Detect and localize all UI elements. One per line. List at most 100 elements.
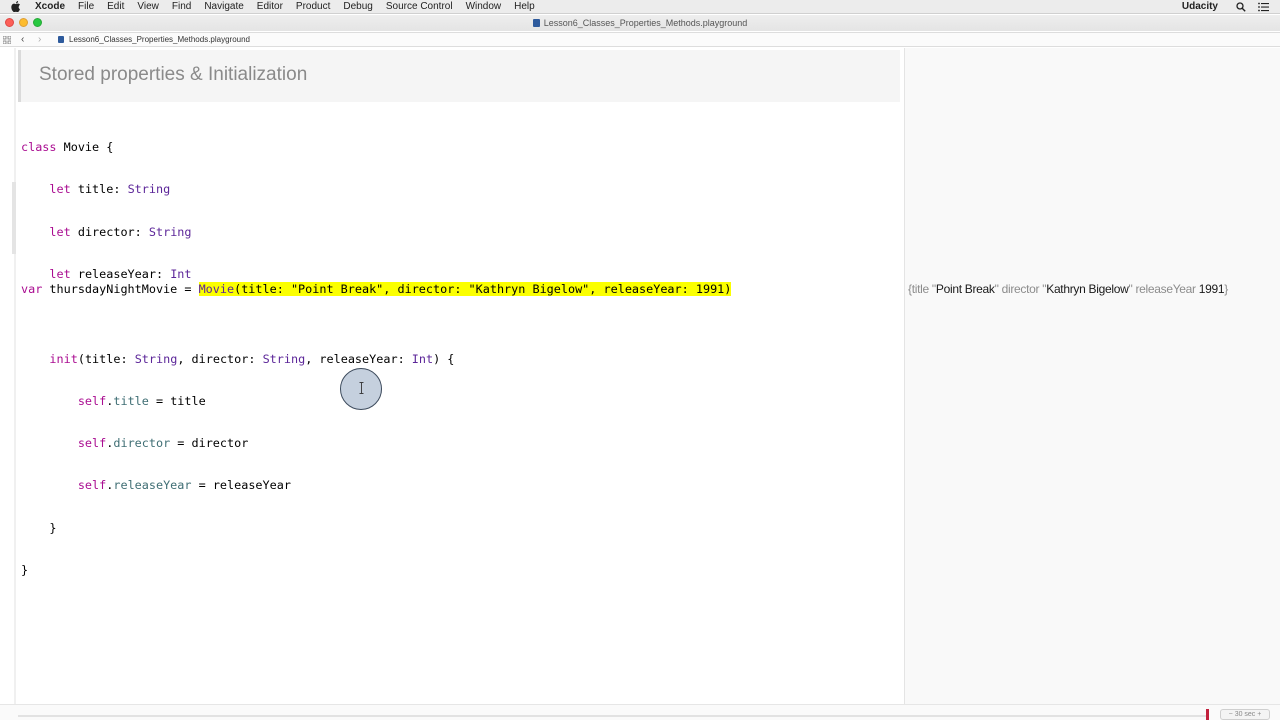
menu-product[interactable]: Product [296,0,330,14]
duration-stepper[interactable]: − 30 sec + [1220,709,1270,720]
keyword: var [21,282,43,296]
menu-help[interactable]: Help [514,0,535,14]
keyword: self [77,436,107,451]
timeline-track[interactable] [18,715,1206,717]
code-line: self.title = title [77,393,206,408]
menu-navigate[interactable]: Navigate [204,0,243,14]
type-name: String [127,182,171,197]
keyword: self [77,393,107,408]
type-name: String [148,224,192,239]
property-name: title [77,182,114,197]
param-ref: director [191,436,249,451]
keyword: class [21,140,57,155]
string-literal: "Kathryn Bigelow" [468,282,590,296]
result-value[interactable]: {title "Point Break" director "Kathryn B… [908,282,1228,296]
arg-label: title [241,282,277,296]
menu-edit[interactable]: Edit [107,0,124,14]
menu-extras: Udacity [1182,0,1280,14]
menu-window[interactable]: Window [466,0,502,14]
keyword: let [49,267,71,282]
type-name: Int [411,351,434,366]
class-name: Movie [63,140,100,155]
menu-file[interactable]: File [78,0,94,14]
results-sidebar [904,48,1280,704]
code-block[interactable]: class Movie { let title: String let dire… [21,112,454,591]
variable-name: thursdayNightMovie [49,282,178,296]
jump-bar: ‹ › Lesson6_Classes_Properties_Methods.p… [0,32,1280,47]
back-chevron-icon[interactable]: ‹ [21,34,24,46]
keyword: let [49,224,71,239]
related-items-grid-icon[interactable] [2,35,12,45]
member-name: director [113,436,171,451]
type-name: String [134,351,178,366]
code-line: } [21,563,29,577]
menu-editor[interactable]: Editor [257,0,283,14]
result-title-value: Point Break [935,282,995,296]
member-name: title [113,393,149,408]
param-ref: title [170,393,206,408]
param-name: title [84,351,121,366]
param-name: director [191,351,249,366]
list-icon[interactable] [1258,2,1269,12]
code-line: let title: String [49,182,171,197]
stepper-plus-icon[interactable]: + [1257,711,1261,718]
arg-label: director [397,282,455,296]
playground-file-icon [532,19,540,27]
menu-udacity[interactable]: Udacity [1182,0,1218,14]
result-part: } [1224,282,1229,296]
window-titlebar: Lesson6_Classes_Properties_Methods.playg… [0,15,1280,31]
search-icon[interactable] [1236,2,1246,12]
code-line: self.director = director [77,436,249,451]
type-name: Int [170,267,192,282]
menu-view[interactable]: View [137,0,159,14]
code-line: init(title: String, director: String, re… [49,351,455,366]
menu-bar: Xcode File Edit View Find Navigate Edito… [0,0,1280,14]
menu-xcode[interactable]: Xcode [35,0,65,14]
member-name: releaseYear [113,478,192,493]
code-line: self.releaseYear = releaseYear [77,478,291,493]
type-name: Movie [198,282,235,296]
editor-gutter [14,48,16,704]
duration-label: 30 sec [1234,711,1256,718]
ibeam-cursor-icon [359,382,364,394]
timeline-bar: − 30 sec + [0,704,1280,720]
markdown-heading: Stored properties & Initialization [39,64,308,85]
click-indicator [340,368,382,410]
code-line: let director: String [49,224,192,239]
result-part: " director " [994,282,1047,296]
keyword: self [77,478,107,493]
param-name: releaseYear [319,351,398,366]
forward-chevron-icon[interactable]: › [38,34,41,46]
selected-expression[interactable]: Movie(title: "Point Break", director: "K… [198,282,732,296]
timeline-marker[interactable] [1206,709,1209,720]
menu-debug[interactable]: Debug [343,0,372,14]
keyword: let [49,182,71,197]
result-part: {title " [908,282,936,296]
type-name: String [262,351,306,366]
code-fold-ribbon[interactable] [12,182,16,254]
number-literal: 1991 [695,282,725,296]
code-line: class Movie { [21,140,114,155]
window-title-text: Lesson6_Classes_Properties_Methods.playg… [543,18,748,28]
apple-icon[interactable] [11,0,21,12]
keyword: init [49,351,78,366]
result-year-value: 1991 [1198,282,1225,296]
param-ref: releaseYear [212,478,291,493]
code-line: } [21,520,57,535]
property-name: director [77,224,135,239]
stepper-minus-icon[interactable]: − [1229,711,1233,718]
code-line: let releaseYear: Int [49,267,192,282]
result-part: " releaseYear [1128,282,1199,296]
arg-label: releaseYear [603,282,682,296]
jump-bar-file-name: Lesson6_Classes_Properties_Methods.playg… [69,35,250,44]
code-line-var[interactable]: var thursdayNightMovie = Movie(title: "P… [21,282,732,296]
property-name: releaseYear [77,267,156,282]
menu-source-control[interactable]: Source Control [386,0,453,14]
window-title: Lesson6_Classes_Properties_Methods.playg… [0,17,1280,29]
result-director-value: Kathryn Bigelow [1046,282,1129,296]
jump-bar-file[interactable]: Lesson6_Classes_Properties_Methods.playg… [58,35,250,45]
string-literal: "Point Break" [290,282,384,296]
menu-find[interactable]: Find [172,0,191,14]
playground-file-icon [58,36,64,43]
